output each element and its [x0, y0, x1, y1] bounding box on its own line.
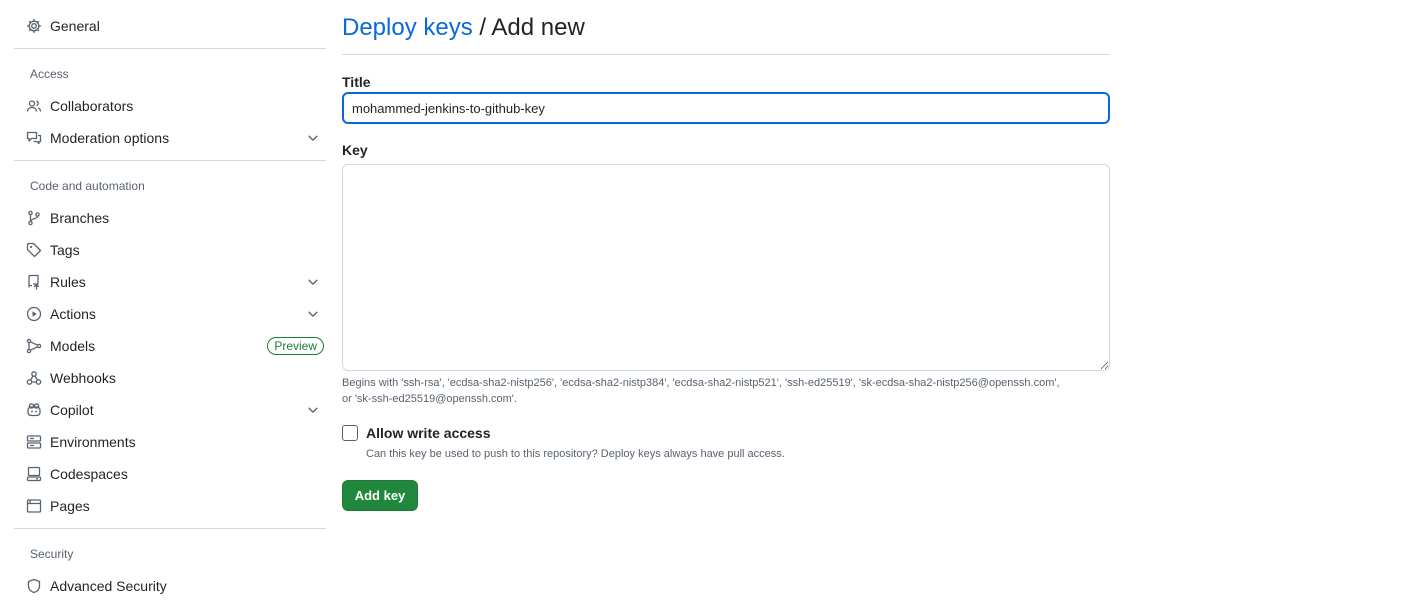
sidebar-item-label: Models [50, 338, 96, 354]
add-key-button[interactable]: Add key [342, 480, 418, 511]
sidebar-item-label: Actions [50, 306, 96, 322]
sidebar-item-copilot[interactable]: Copilot [26, 395, 324, 425]
key-format-hint: Begins with 'ssh-rsa', 'ecdsa-sha2-nistp… [342, 375, 1110, 407]
sidebar-item-advanced-security[interactable]: Advanced Security [26, 571, 324, 601]
sidebar-item-label: Collaborators [50, 98, 134, 114]
chevron-down-icon[interactable] [306, 307, 320, 321]
sidebar-item-label: Pages [50, 498, 90, 514]
repo-push-icon [26, 274, 42, 290]
title-divider [342, 54, 1110, 55]
section-heading-access: Access [30, 67, 69, 81]
browser-icon [26, 498, 42, 514]
sidebar-item-label: Webhooks [50, 370, 116, 386]
title-label: Title [342, 74, 371, 90]
codespaces-icon [26, 466, 42, 482]
sidebar-item-label: Rules [50, 274, 86, 290]
sidebar-divider [14, 160, 326, 161]
sidebar-item-label: Branches [50, 210, 110, 226]
page-title-suffix: / Add new [472, 14, 585, 41]
title-input[interactable] [342, 92, 1110, 124]
sidebar-item-pages[interactable]: Pages [26, 491, 324, 521]
section-heading-code-automation: Code and automation [30, 179, 145, 193]
server-icon [26, 434, 42, 450]
git-branch-icon [26, 210, 42, 226]
preview-badge: Preview [267, 337, 324, 355]
sidebar-item-webhooks[interactable]: Webhooks [26, 363, 324, 393]
sidebar-divider [14, 528, 326, 529]
sidebar-item-label: Codespaces [50, 466, 128, 482]
allow-write-description: Can this key be used to push to this rep… [366, 448, 785, 460]
people-icon [26, 98, 42, 114]
sidebar-item-label: Moderation options [50, 130, 170, 146]
section-heading-security: Security [30, 547, 74, 561]
allow-write-label[interactable]: Allow write access [366, 425, 491, 441]
sidebar-item-actions[interactable]: Actions [26, 299, 324, 329]
key-label: Key [342, 142, 368, 158]
sidebar-item-label: Copilot [50, 402, 94, 418]
play-icon [26, 306, 42, 322]
models-icon [26, 338, 42, 354]
sidebar-item-label: Tags [50, 242, 80, 258]
sidebar-item-moderation-options[interactable]: Moderation options [26, 123, 324, 153]
sidebar-item-models[interactable]: Models Preview [26, 331, 324, 361]
sidebar-item-label: Environments [50, 434, 136, 450]
sidebar-item-environments[interactable]: Environments [26, 427, 324, 457]
sidebar-divider [14, 48, 326, 49]
copilot-icon [26, 402, 42, 418]
gear-icon [26, 18, 42, 34]
key-format-hint-line2: or 'sk-ssh-ed25519@openssh.com'. [342, 393, 517, 405]
sidebar-item-label: Advanced Security [50, 578, 167, 594]
deploy-keys-link[interactable]: Deploy keys [342, 14, 473, 41]
key-textarea[interactable] [342, 164, 1110, 371]
sidebar-item-rules[interactable]: Rules [26, 267, 324, 297]
allow-write-checkbox[interactable] [342, 425, 358, 441]
key-format-hint-line1: Begins with 'ssh-rsa', 'ecdsa-sha2-nistp… [342, 377, 1060, 389]
sidebar-item-label: General [50, 18, 100, 34]
chevron-down-icon[interactable] [306, 275, 320, 289]
sidebar-item-tags[interactable]: Tags [26, 235, 324, 265]
comment-discussion-icon [26, 130, 42, 146]
sidebar-item-branches[interactable]: Branches [26, 203, 324, 233]
chevron-down-icon[interactable] [306, 403, 320, 417]
webhook-icon [26, 370, 42, 386]
shield-icon [26, 578, 42, 594]
tag-icon [26, 242, 42, 258]
sidebar-item-general[interactable]: General [26, 11, 324, 41]
page-title: Deploy keys / Add new [342, 14, 585, 42]
sidebar-item-collaborators[interactable]: Collaborators [26, 91, 324, 121]
sidebar-item-codespaces[interactable]: Codespaces [26, 459, 324, 489]
chevron-down-icon[interactable] [306, 131, 320, 145]
